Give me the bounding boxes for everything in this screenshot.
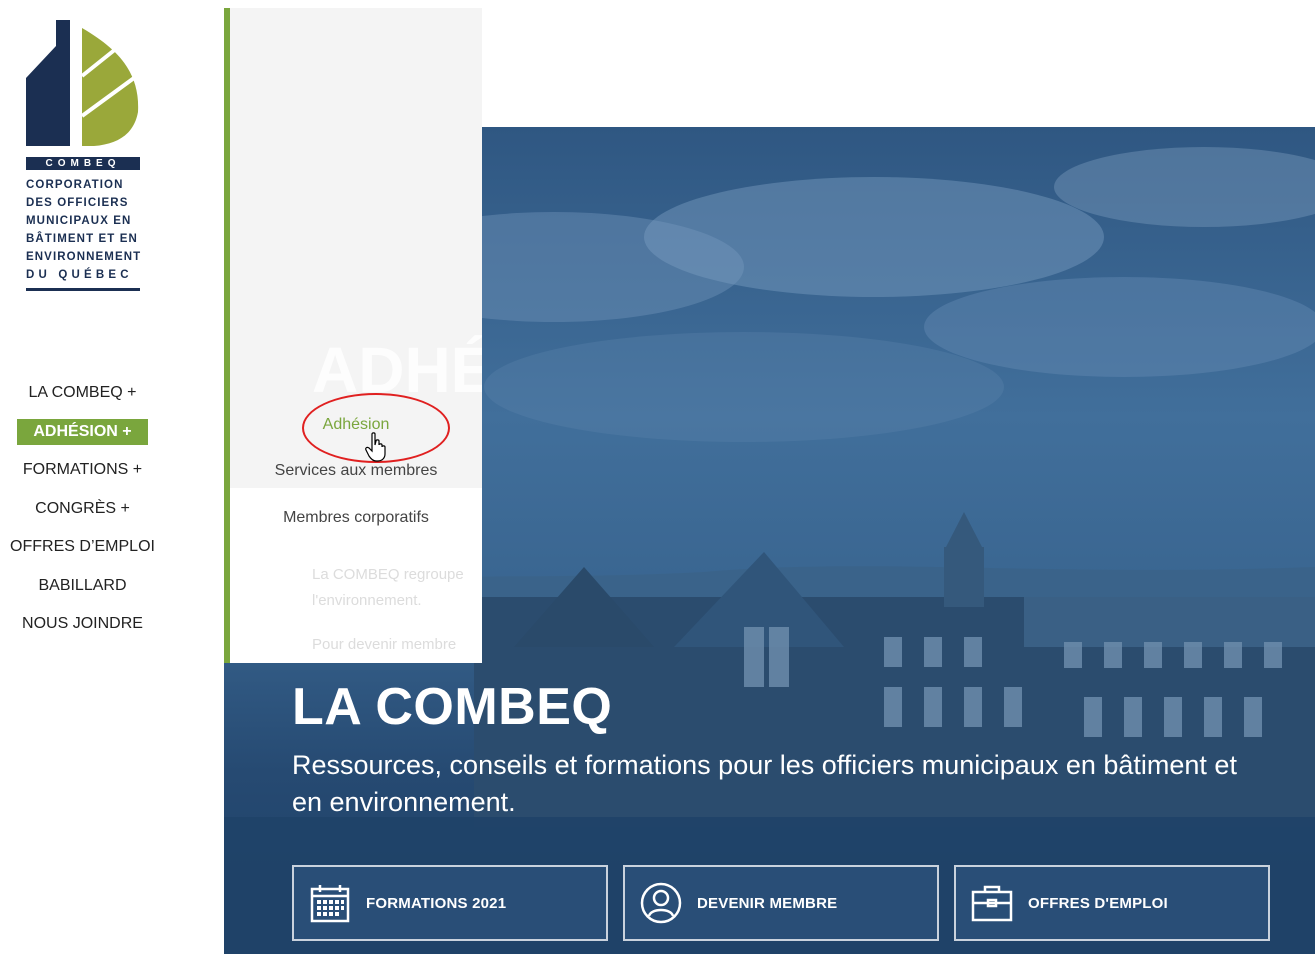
briefcase-icon (971, 885, 1013, 922)
nav-item-la-combeq[interactable]: LA COMBEQ + (0, 380, 165, 406)
calendar-icon (310, 885, 350, 923)
logo-leaf-house-mark (26, 20, 139, 146)
background-page-text: l'environnement. (312, 592, 422, 609)
nav-item-offres-emploi[interactable]: OFFRES D’EMPLOI (0, 534, 165, 560)
background-page-text: La COMBEQ regroupe (312, 566, 464, 583)
dropdown-item-membres-corporatifs[interactable]: Membres corporatifs (230, 494, 482, 541)
devenir-membre-button[interactable]: DEVENIR MEMBRE (623, 865, 939, 941)
hero-subtitle: Ressources, conseils et formations pour … (292, 750, 1237, 817)
devenir-membre-label: DEVENIR MEMBRE (697, 894, 838, 912)
dropdown-item-services-aux-membres[interactable]: Services aux membres (230, 447, 482, 494)
logo-org-name: CORPORATION DES OFFICIERS MUNICIPAUX EN … (26, 179, 142, 281)
dropdown-item-adhesion[interactable]: Adhésion (230, 403, 482, 447)
nav-item-nous-joindre[interactable]: NOUS JOINDRE (0, 611, 165, 637)
formations-2021-button[interactable]: FORMATIONS 2021 (292, 865, 608, 941)
offres-emploi-label: OFFRES D'EMPLOI (1028, 894, 1168, 912)
nav-item-congres[interactable]: CONGRÈS + (0, 496, 165, 522)
hand-pointer-icon (365, 432, 386, 462)
logo-underline (26, 288, 140, 291)
user-circle-icon (640, 882, 682, 924)
nav-item-babillard[interactable]: BABILLARD (0, 573, 165, 599)
hero-title: LA COMBEQ (292, 678, 613, 736)
logo-band-text: COMBEQ (26, 157, 140, 170)
nav-item-adhesion[interactable]: ADHÉSION + (17, 418, 148, 445)
offres-emploi-button[interactable]: OFFRES D'EMPLOI (954, 865, 1270, 941)
background-page-title: ADHÉ (312, 334, 482, 406)
sidebar: COMBEQ CORPORATION DES OFFICIERS MUNICIP… (0, 0, 224, 954)
main-nav: LA COMBEQ + ADHÉSION + FORMATIONS + CONG… (0, 380, 165, 650)
background-page-text: Pour devenir membre (312, 636, 457, 653)
formations-2021-label: FORMATIONS 2021 (366, 894, 507, 912)
dropdown-items: Adhésion Services aux membres Membres co… (230, 403, 482, 541)
nav-item-formations[interactable]: FORMATIONS + (0, 457, 165, 483)
combeq-logo[interactable]: COMBEQ CORPORATION DES OFFICIERS MUNICIP… (22, 16, 144, 296)
adhesion-dropdown-menu: ADHÉ La COMBEQ regroupe l'environnement.… (224, 8, 482, 663)
